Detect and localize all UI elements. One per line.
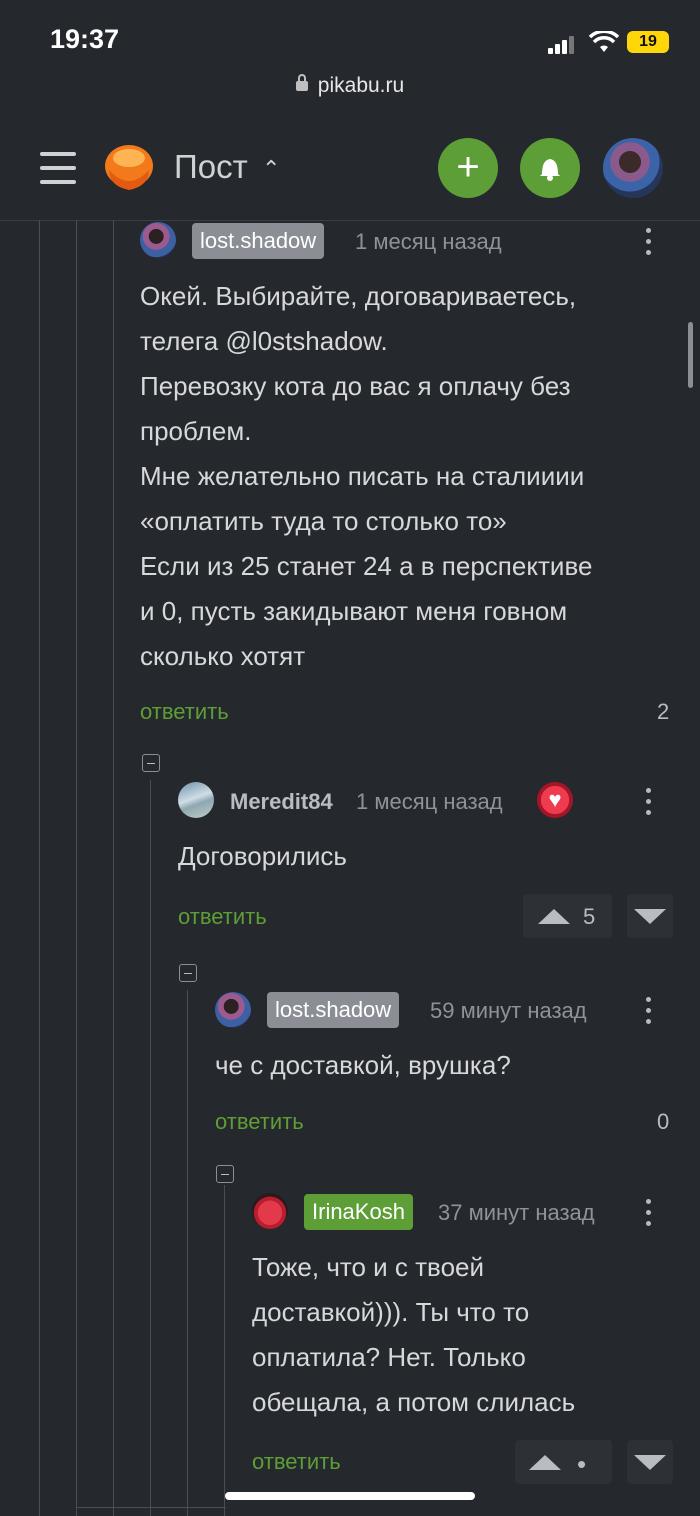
menu-icon[interactable]: [40, 152, 76, 184]
status-time: 19:37: [50, 24, 120, 54]
add-post-button[interactable]: +: [438, 138, 498, 198]
avatar[interactable]: [252, 1193, 288, 1229]
comment-time: 1 месяц назад: [355, 229, 502, 254]
thread-line: [39, 220, 40, 1516]
avatar[interactable]: [215, 992, 251, 1028]
pikabu-logo-icon[interactable]: [103, 142, 155, 192]
comment-text: че с доставкой, врушка?: [215, 1050, 511, 1080]
downvote-button[interactable]: [627, 894, 673, 938]
page-title[interactable]: Пост: [174, 148, 248, 186]
comment-time: 37 минут назад: [438, 1200, 595, 1225]
bell-icon: [540, 159, 560, 181]
rating-count: 5: [583, 904, 596, 929]
reply-link[interactable]: ответить: [252, 1449, 341, 1475]
more-options-icon[interactable]: [646, 228, 652, 261]
url-text: pikabu.ru: [317, 74, 405, 97]
thread-bottom-line: [76, 1507, 226, 1508]
rating-count: 2: [657, 699, 670, 724]
comment-text: Окей. Выбирайте, договариваетесь, телега…: [140, 281, 593, 671]
thread-line: [113, 220, 114, 1516]
downvote-icon: [634, 909, 666, 924]
collapse-thread-button[interactable]: [216, 1165, 234, 1183]
more-options-icon[interactable]: [646, 1199, 652, 1232]
reply-link[interactable]: ответить: [215, 1109, 304, 1135]
avatar[interactable]: [178, 782, 214, 818]
wifi-icon: [589, 31, 619, 52]
comment-author[interactable]: Meredit84: [230, 789, 333, 815]
comment-time: 1 месяц назад: [356, 789, 503, 814]
upvote-button[interactable]: 5: [523, 894, 612, 938]
comment-text: Договорились: [178, 841, 347, 871]
upvote-icon: [529, 1455, 561, 1470]
address-bar[interactable]: pikabu.ru: [0, 74, 700, 98]
comment-author[interactable]: lost.shadow: [267, 992, 400, 1028]
thread-line: [76, 220, 77, 1516]
downvote-icon: [634, 1455, 666, 1470]
notifications-button[interactable]: [520, 138, 580, 198]
chevron-up-icon[interactable]: ⌃: [262, 156, 280, 182]
battery-indicator: 19: [627, 31, 669, 53]
comment-author[interactable]: lost.shadow: [192, 223, 325, 259]
avatar[interactable]: [140, 222, 176, 258]
comment-author[interactable]: IrinaKosh: [304, 1194, 413, 1230]
thread-line: [224, 1185, 225, 1516]
scrollbar[interactable]: [688, 322, 693, 388]
more-options-icon[interactable]: [646, 788, 652, 821]
reply-link[interactable]: ответить: [178, 904, 267, 930]
downvote-button[interactable]: [627, 1440, 673, 1484]
rating-count: 0: [657, 1109, 670, 1134]
upvote-button[interactable]: •: [515, 1440, 612, 1484]
home-indicator[interactable]: [225, 1492, 475, 1500]
more-options-icon[interactable]: [646, 997, 652, 1030]
rating-count: •: [577, 1449, 587, 1479]
user-avatar[interactable]: [603, 138, 663, 198]
collapse-thread-button[interactable]: [142, 754, 160, 772]
comment-text: Тоже, что и с твоей доставкой))). Ты что…: [252, 1252, 576, 1417]
lock-icon: [295, 74, 308, 91]
comment-time: 59 минут назад: [430, 998, 587, 1023]
thread-line: [150, 780, 151, 1516]
heart-badge-icon: ♥: [537, 782, 573, 818]
thread-line: [187, 990, 188, 1516]
cellular-signal-icon: [548, 36, 576, 54]
reply-link[interactable]: ответить: [140, 699, 229, 725]
collapse-thread-button[interactable]: [179, 964, 197, 982]
upvote-icon: [538, 909, 570, 924]
